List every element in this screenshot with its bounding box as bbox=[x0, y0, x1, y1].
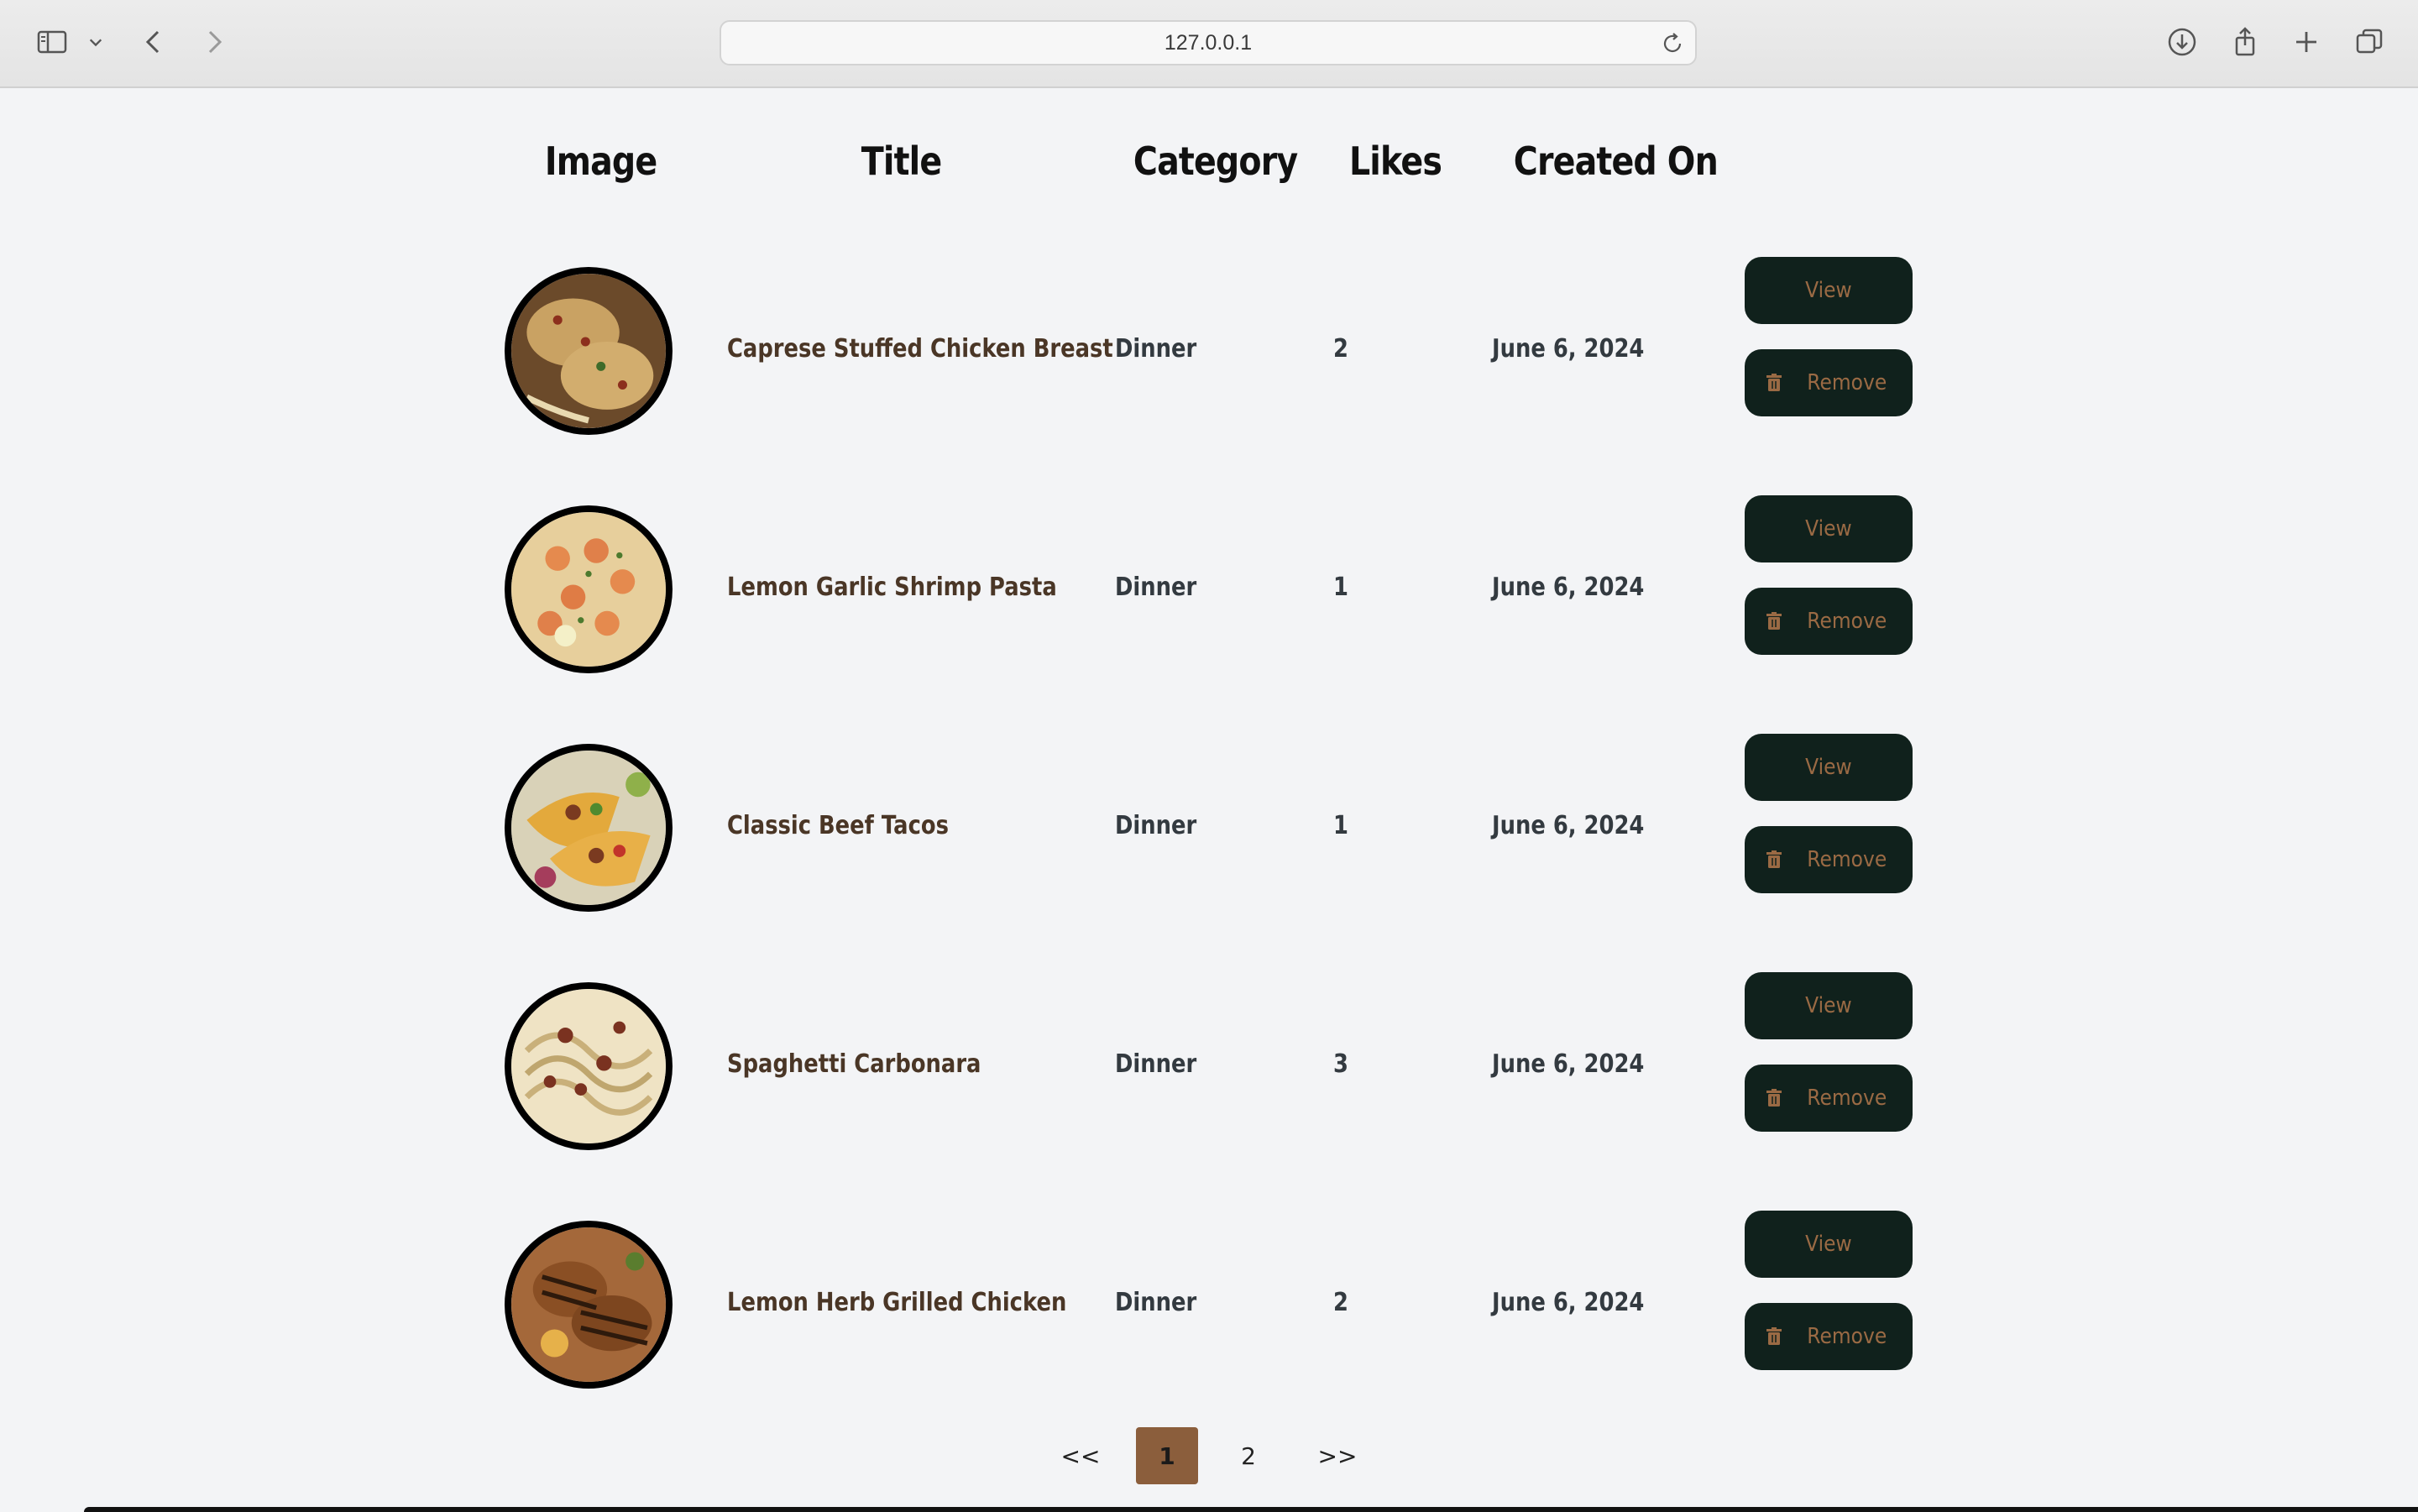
recipes-page: Image Title Category Likes Created On Ca… bbox=[0, 88, 2418, 1512]
tab-overview-icon[interactable] bbox=[2349, 22, 2389, 62]
table-row: Lemon Garlic Shrimp Pasta Dinner 1 June … bbox=[0, 495, 2418, 744]
browser-toolbar: 127.0.0.1 bbox=[0, 0, 2418, 88]
trash-icon bbox=[1766, 850, 1782, 868]
footer-divider bbox=[84, 1507, 2418, 1512]
recipe-category: Dinner bbox=[1115, 811, 1197, 840]
header-created-on: Created On bbox=[1513, 139, 1719, 184]
recipe-likes: 3 bbox=[1333, 1049, 1348, 1079]
recipe-title: Classic Beef Tacos bbox=[727, 811, 949, 840]
beef-tacos-photo bbox=[505, 744, 673, 912]
remove-button[interactable]: Remove bbox=[1745, 826, 1913, 893]
table-row: Caprese Stuffed Chicken Breast Dinner 2 … bbox=[0, 257, 2418, 505]
header-image: Image bbox=[544, 139, 657, 184]
recipe-title: Lemon Herb Grilled Chicken bbox=[727, 1288, 1067, 1317]
back-arrow-icon[interactable] bbox=[134, 22, 175, 62]
header-category: Category bbox=[1133, 139, 1298, 184]
pagination-prev[interactable]: << bbox=[1060, 1427, 1102, 1484]
table-row: Classic Beef Tacos Dinner 1 June 6, 2024… bbox=[0, 734, 2418, 982]
new-tab-icon[interactable] bbox=[2286, 22, 2326, 62]
remove-button[interactable]: Remove bbox=[1745, 349, 1913, 416]
trash-icon bbox=[1766, 612, 1782, 630]
pagination: << 1 2 >> bbox=[0, 1427, 2418, 1486]
chicken-breast-photo bbox=[505, 267, 673, 435]
view-button[interactable]: View bbox=[1745, 972, 1913, 1039]
header-title: Title bbox=[861, 139, 942, 184]
recipe-category: Dinner bbox=[1115, 1288, 1197, 1317]
view-button[interactable]: View bbox=[1745, 734, 1913, 801]
recipe-created-on: June 6, 2024 bbox=[1492, 573, 1645, 602]
page-1-button[interactable]: 1 bbox=[1136, 1427, 1198, 1484]
address-bar[interactable]: 127.0.0.1 bbox=[720, 20, 1697, 65]
header-likes: Likes bbox=[1348, 139, 1442, 184]
chevron-down-icon[interactable] bbox=[81, 22, 111, 62]
forward-arrow-icon[interactable] bbox=[193, 22, 233, 62]
recipe-likes: 2 bbox=[1333, 334, 1348, 364]
recipe-created-on: June 6, 2024 bbox=[1492, 811, 1645, 840]
view-button[interactable]: View bbox=[1745, 1211, 1913, 1278]
reload-icon[interactable] bbox=[1658, 29, 1687, 58]
recipe-title: Lemon Garlic Shrimp Pasta bbox=[727, 573, 1057, 602]
recipe-likes: 2 bbox=[1333, 1288, 1348, 1317]
shrimp-pasta-photo bbox=[505, 505, 673, 673]
pagination-next[interactable]: >> bbox=[1316, 1427, 1358, 1484]
table-row: Spaghetti Carbonara Dinner 3 June 6, 202… bbox=[0, 972, 2418, 1221]
recipe-title: Spaghetti Carbonara bbox=[727, 1049, 981, 1079]
grilled-chicken-photo bbox=[505, 1221, 673, 1389]
table-row: Lemon Herb Grilled Chicken Dinner 2 June… bbox=[0, 1211, 2418, 1459]
recipe-created-on: June 6, 2024 bbox=[1492, 1288, 1645, 1317]
carbonara-photo bbox=[505, 982, 673, 1150]
trash-icon bbox=[1766, 1327, 1782, 1345]
sidebar-toggle-icon[interactable] bbox=[32, 22, 72, 62]
trash-icon bbox=[1766, 374, 1782, 391]
recipe-category: Dinner bbox=[1115, 573, 1197, 602]
view-button[interactable]: View bbox=[1745, 257, 1913, 324]
remove-button[interactable]: Remove bbox=[1745, 1065, 1913, 1132]
recipe-title: Caprese Stuffed Chicken Breast bbox=[727, 334, 1113, 364]
recipe-category: Dinner bbox=[1115, 334, 1197, 364]
share-icon[interactable] bbox=[2225, 22, 2265, 62]
recipe-created-on: June 6, 2024 bbox=[1492, 334, 1645, 364]
remove-button[interactable]: Remove bbox=[1745, 1303, 1913, 1370]
remove-button[interactable]: Remove bbox=[1745, 588, 1913, 655]
trash-icon bbox=[1766, 1089, 1782, 1107]
recipe-created-on: June 6, 2024 bbox=[1492, 1049, 1645, 1079]
recipe-category: Dinner bbox=[1115, 1049, 1197, 1079]
recipe-likes: 1 bbox=[1333, 573, 1348, 602]
url-text: 127.0.0.1 bbox=[1164, 30, 1253, 55]
recipe-likes: 1 bbox=[1333, 811, 1348, 840]
download-icon[interactable] bbox=[2162, 22, 2202, 62]
view-button[interactable]: View bbox=[1745, 495, 1913, 562]
page-2-button[interactable]: 2 bbox=[1234, 1427, 1263, 1484]
